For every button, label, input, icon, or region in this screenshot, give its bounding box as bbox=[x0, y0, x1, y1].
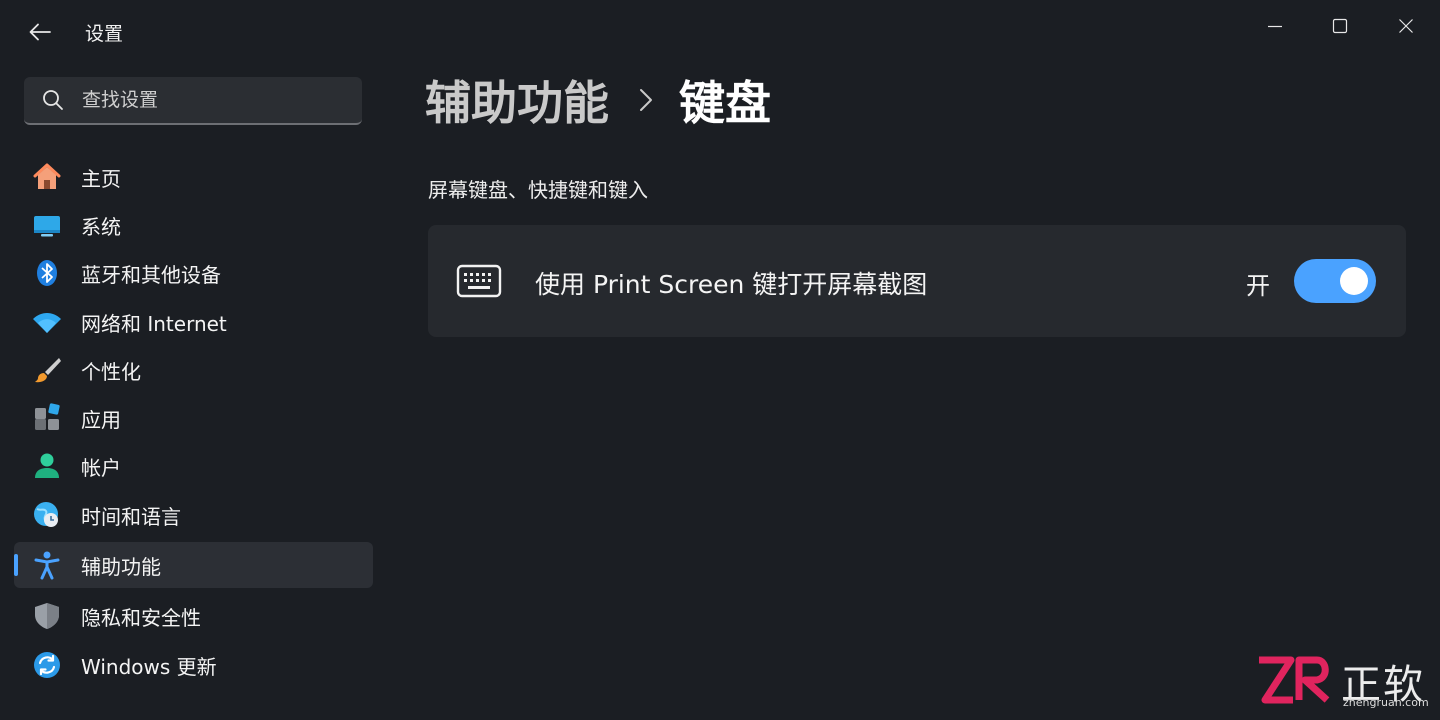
sidebar-item-time-language[interactable]: 时间和语言 bbox=[14, 492, 373, 538]
close-icon bbox=[1399, 19, 1413, 33]
sidebar-item-label: 系统 bbox=[81, 214, 121, 239]
update-icon bbox=[32, 650, 62, 680]
section-title: 屏幕键盘、快捷键和键入 bbox=[428, 178, 648, 202]
back-button[interactable] bbox=[20, 14, 60, 50]
sidebar-item-label: 应用 bbox=[81, 407, 121, 432]
sidebar-item-label: 蓝牙和其他设备 bbox=[81, 262, 221, 287]
sidebar-item-bluetooth[interactable]: 蓝牙和其他设备 bbox=[14, 250, 373, 296]
bluetooth-icon bbox=[32, 258, 62, 288]
app-title: 设置 bbox=[85, 23, 124, 45]
toggle-knob bbox=[1340, 267, 1368, 295]
setting-label: 使用 Print Screen 键打开屏幕截图 bbox=[535, 270, 928, 299]
watermark-domain: zhengruan.com bbox=[1343, 696, 1429, 709]
toggle-state-label: 开 bbox=[1246, 272, 1270, 300]
apps-icon bbox=[32, 403, 62, 433]
maximize-button[interactable] bbox=[1320, 10, 1360, 42]
maximize-icon bbox=[1332, 18, 1348, 34]
page-title: 键盘 bbox=[679, 76, 771, 130]
sidebar-item-privacy[interactable]: 隐私和安全性 bbox=[14, 593, 373, 639]
sidebar-item-network[interactable]: 网络和 Internet bbox=[14, 299, 373, 345]
shield-icon bbox=[32, 601, 62, 631]
back-arrow-icon bbox=[29, 23, 51, 41]
sidebar-item-label: 网络和 Internet bbox=[81, 311, 227, 336]
search-icon bbox=[40, 87, 66, 113]
close-button[interactable] bbox=[1386, 10, 1426, 42]
settings-window: 设置 查找设置 主页 系统 蓝牙和其他设备 网络和 Internet 个性化 应… bbox=[0, 0, 1440, 720]
sidebar-item-label: Windows 更新 bbox=[81, 654, 217, 679]
print-screen-toggle[interactable] bbox=[1294, 259, 1376, 303]
home-icon bbox=[32, 162, 62, 192]
globe-clock-icon bbox=[32, 500, 62, 530]
breadcrumb: 辅助功能 键盘 bbox=[425, 68, 771, 132]
breadcrumb-parent-link[interactable]: 辅助功能 bbox=[425, 67, 609, 133]
title-bar: 设置 bbox=[0, 0, 1440, 64]
search-input[interactable] bbox=[80, 88, 362, 112]
active-indicator bbox=[14, 554, 18, 576]
setting-card-print-screen: 使用 Print Screen 键打开屏幕截图 开 bbox=[428, 225, 1406, 337]
sidebar-item-label: 隐私和安全性 bbox=[81, 605, 201, 630]
sidebar-item-label: 辅助功能 bbox=[81, 554, 161, 579]
sidebar-item-label: 个性化 bbox=[81, 359, 141, 384]
sidebar-item-label: 时间和语言 bbox=[81, 504, 181, 529]
sidebar-item-accessibility[interactable]: 辅助功能 bbox=[14, 542, 373, 588]
display-icon bbox=[32, 210, 62, 240]
wifi-icon bbox=[32, 307, 62, 337]
watermark-logo: 正软 zhengruan.com bbox=[1255, 652, 1431, 712]
sidebar-item-personalization[interactable]: 个性化 bbox=[14, 347, 373, 393]
sidebar-item-label: 帐户 bbox=[81, 455, 121, 480]
brush-icon bbox=[32, 355, 62, 385]
sidebar-item-windows-update[interactable]: Windows 更新 bbox=[14, 642, 373, 688]
minimize-button[interactable] bbox=[1255, 10, 1295, 42]
search-box[interactable] bbox=[24, 77, 362, 125]
accessibility-icon bbox=[32, 550, 62, 580]
account-icon bbox=[32, 451, 62, 481]
keyboard-icon bbox=[456, 261, 502, 301]
sidebar-item-accounts[interactable]: 帐户 bbox=[14, 443, 373, 489]
sidebar-item-apps[interactable]: 应用 bbox=[14, 395, 373, 441]
sidebar-item-system[interactable]: 系统 bbox=[14, 202, 373, 248]
sidebar-item-home[interactable]: 主页 bbox=[14, 154, 373, 200]
sidebar-item-label: 主页 bbox=[81, 166, 121, 191]
chevron-right-icon bbox=[639, 88, 653, 112]
zr-logo-icon bbox=[1259, 656, 1330, 704]
minimize-icon bbox=[1268, 25, 1282, 28]
